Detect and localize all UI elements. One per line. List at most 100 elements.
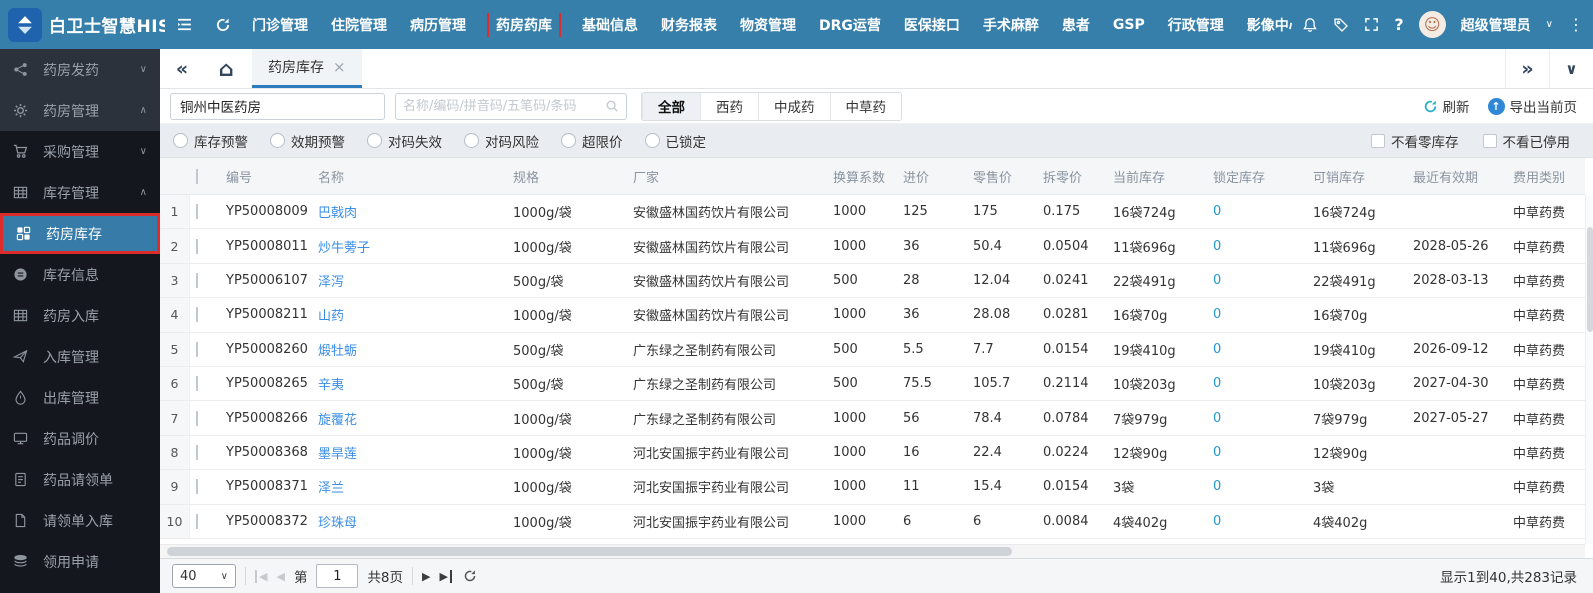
top-menu-item-patient[interactable]: 患者 [1062, 15, 1090, 35]
cell-name-link[interactable]: 旋覆花 [310, 409, 505, 428]
radio-option-code-invalid[interactable]: 对码失效 [367, 131, 442, 151]
radio-option-code-risk[interactable]: 对码风险 [464, 131, 539, 151]
sidebar-item-price-adjust[interactable]: 药品调价 [0, 418, 160, 459]
cell-name-link[interactable]: 辛夷 [310, 374, 505, 393]
top-menu-item-drg[interactable]: DRG运营 [819, 15, 881, 35]
cell-name-link[interactable]: 泽泻 [310, 271, 505, 290]
sidebar-item-requisition[interactable]: 药品请领单 [0, 459, 160, 500]
row-checkbox[interactable] [196, 307, 198, 322]
pharmacy-select[interactable]: 铜州中医药房 [170, 93, 385, 120]
last-page-button[interactable]: ▶ [440, 570, 452, 583]
horizontal-scrollbar-thumb[interactable] [167, 547, 1012, 556]
prev-page-button[interactable]: ◀ [276, 570, 284, 583]
table-row[interactable]: 1 YP50008009 巴戟肉 1000g/袋 安徽盛林国药饮片有限公司 10… [160, 195, 1585, 229]
category-tab-all[interactable]: 全部 [642, 93, 700, 120]
export-page-button[interactable]: ↑ 导出当前页 [1488, 96, 1578, 116]
table-row[interactable]: 10 YP50008372 珍珠母 1000g/袋 河北安国振宇药业有限公司 1… [160, 505, 1585, 539]
cell-name-link[interactable]: 巴戟肉 [310, 202, 505, 221]
table-row[interactable]: 6 YP50008265 辛夷 500g/袋 广东绿之圣制药有限公司 500 7… [160, 367, 1585, 401]
tabs-collapse-icon[interactable]: « [160, 49, 204, 88]
cell-name-link[interactable]: 山药 [310, 305, 505, 324]
search-icon[interactable] [605, 99, 619, 113]
row-checkbox[interactable] [196, 479, 198, 494]
sidebar-item-pharmacy-mgmt[interactable]: 药房管理 ∧ [0, 90, 160, 131]
sidebar-item-purchase-mgmt[interactable]: 采购管理 ∨ [0, 131, 160, 172]
top-menu-item-basic-info[interactable]: 基础信息 [582, 15, 638, 35]
next-page-button[interactable]: ▶ [422, 570, 430, 583]
row-checkbox[interactable] [196, 445, 198, 460]
top-menu-item-outpatient[interactable]: 门诊管理 [252, 15, 308, 35]
sidebar-item-pharmacy-inbound[interactable]: 药房入库 [0, 295, 160, 336]
radio-option-locked[interactable]: 已锁定 [645, 131, 707, 151]
cell-name-link[interactable]: 珍珠母 [310, 512, 505, 531]
collapse-menu-icon[interactable] [176, 16, 193, 33]
row-checkbox[interactable] [196, 273, 198, 288]
checkbox-option-hide-disabled[interactable]: 不看已停用 [1483, 131, 1571, 151]
table-row[interactable]: 8 YP50008368 墨旱莲 1000g/袋 河北安国振宇药业有限公司 10… [160, 436, 1585, 470]
sidebar-item-stock-info[interactable]: 库存信息 [0, 254, 160, 295]
cell-name-link[interactable]: 墨旱莲 [310, 443, 505, 462]
tab-pharmacy-stock[interactable]: 药房库存 × [252, 49, 362, 88]
refresh-button[interactable]: 刷新 [1423, 96, 1470, 116]
row-checkbox[interactable] [196, 239, 198, 254]
chevron-down-icon[interactable]: ∨ [1546, 19, 1553, 30]
row-checkbox[interactable] [196, 411, 198, 426]
sidebar-item-requisition-inbound[interactable]: 请领单入库 [0, 500, 160, 541]
user-avatar[interactable]: ☺ [1419, 11, 1446, 38]
cell-name-link[interactable]: 炒牛蒡子 [310, 237, 505, 256]
page-size-select[interactable]: 40 ∨ [172, 564, 236, 588]
sidebar-item-dispense[interactable]: 药房发药 ∨ [0, 49, 160, 90]
page-input[interactable] [316, 564, 358, 588]
row-checkbox[interactable] [196, 342, 198, 357]
top-menu-item-insurance[interactable]: 医保接口 [904, 15, 960, 35]
home-icon[interactable]: ⌂ [204, 49, 248, 88]
category-tab-western[interactable]: 西药 [700, 93, 758, 120]
table-row[interactable]: 5 YP50008260 煅牡蛎 500g/袋 广东绿之圣制药有限公司 500 … [160, 333, 1585, 367]
tabs-expand-icon[interactable]: » [1505, 49, 1549, 88]
vertical-scrollbar-thumb[interactable] [1587, 227, 1593, 332]
user-name[interactable]: 超级管理员 [1461, 15, 1531, 35]
top-menu-item-emr[interactable]: 病历管理 [410, 15, 466, 35]
first-page-button[interactable]: ◀ [255, 570, 267, 583]
help-icon[interactable]: ? [1394, 15, 1403, 34]
table-row[interactable]: 9 YP50008371 泽兰 1000g/袋 河北安国振宇药业有限公司 100… [160, 470, 1585, 504]
top-menu-item-gsp[interactable]: GSP [1113, 17, 1145, 33]
row-checkbox[interactable] [196, 514, 198, 529]
top-menu-item-finance-report[interactable]: 财务报表 [661, 15, 717, 35]
top-menu-item-surgery[interactable]: 手术麻醉 [983, 15, 1039, 35]
table-row[interactable]: 2 YP50008011 炒牛蒡子 1000g/袋 安徽盛林国药饮片有限公司 1… [160, 229, 1585, 263]
row-checkbox[interactable] [196, 204, 198, 219]
bell-icon[interactable] [1302, 17, 1318, 33]
top-menu-item-inpatient[interactable]: 住院管理 [331, 15, 387, 35]
radio-option-expiry-warning[interactable]: 效期预警 [270, 131, 345, 151]
reload-icon[interactable] [463, 569, 477, 583]
cell-name-link[interactable]: 泽兰 [310, 477, 505, 496]
top-menu-item-materials[interactable]: 物资管理 [740, 15, 796, 35]
fullscreen-icon[interactable] [1364, 17, 1379, 32]
radio-option-over-limit-price[interactable]: 超限价 [561, 131, 623, 151]
table-row[interactable]: 3 YP50006107 泽泻 500g/袋 安徽盛林国药饮片有限公司 500 … [160, 264, 1585, 298]
cell-name-link[interactable]: 煅牡蛎 [310, 340, 505, 359]
category-tab-chinese-patent[interactable]: 中成药 [758, 93, 830, 120]
sidebar-item-inventory-mgmt[interactable]: 库存管理 ∧ [0, 172, 160, 213]
tab-close-icon[interactable]: × [333, 58, 346, 76]
table-row[interactable]: 4 YP50008211 山药 1000g/袋 安徽盛林国药饮片有限公司 100… [160, 298, 1585, 332]
more-vertical-icon[interactable]: ⋮ [1568, 15, 1585, 34]
select-all-checkbox[interactable] [196, 169, 198, 184]
refresh-icon[interactable] [215, 17, 231, 33]
top-menu-item-imaging[interactable]: 影像中心 [1247, 15, 1293, 35]
sidebar-item-inbound-mgmt[interactable]: 入库管理 [0, 336, 160, 377]
checkbox-option-hide-zero-stock[interactable]: 不看零库存 [1371, 131, 1459, 151]
sidebar-item-outbound-mgmt[interactable]: 出库管理 [0, 377, 160, 418]
category-tab-herbal[interactable]: 中草药 [830, 93, 902, 120]
sidebar-item-use-apply[interactable]: 领用申请 [0, 541, 160, 582]
tabs-menu-icon[interactable]: ∨ [1549, 49, 1593, 88]
row-checkbox[interactable] [196, 376, 198, 391]
tag-icon[interactable] [1333, 17, 1349, 33]
top-menu-item-pharmacy-store[interactable]: 药房药库 [487, 13, 561, 37]
sidebar-item-pharmacy-stock[interactable]: 药房库存 [0, 213, 160, 254]
table-row[interactable]: 7 YP50008266 旋覆花 1000g/袋 广东绿之圣制药有限公司 100… [160, 401, 1585, 435]
search-input[interactable] [403, 99, 600, 114]
top-menu-item-admin[interactable]: 行政管理 [1168, 15, 1224, 35]
radio-option-stock-warning[interactable]: 库存预警 [173, 131, 248, 151]
